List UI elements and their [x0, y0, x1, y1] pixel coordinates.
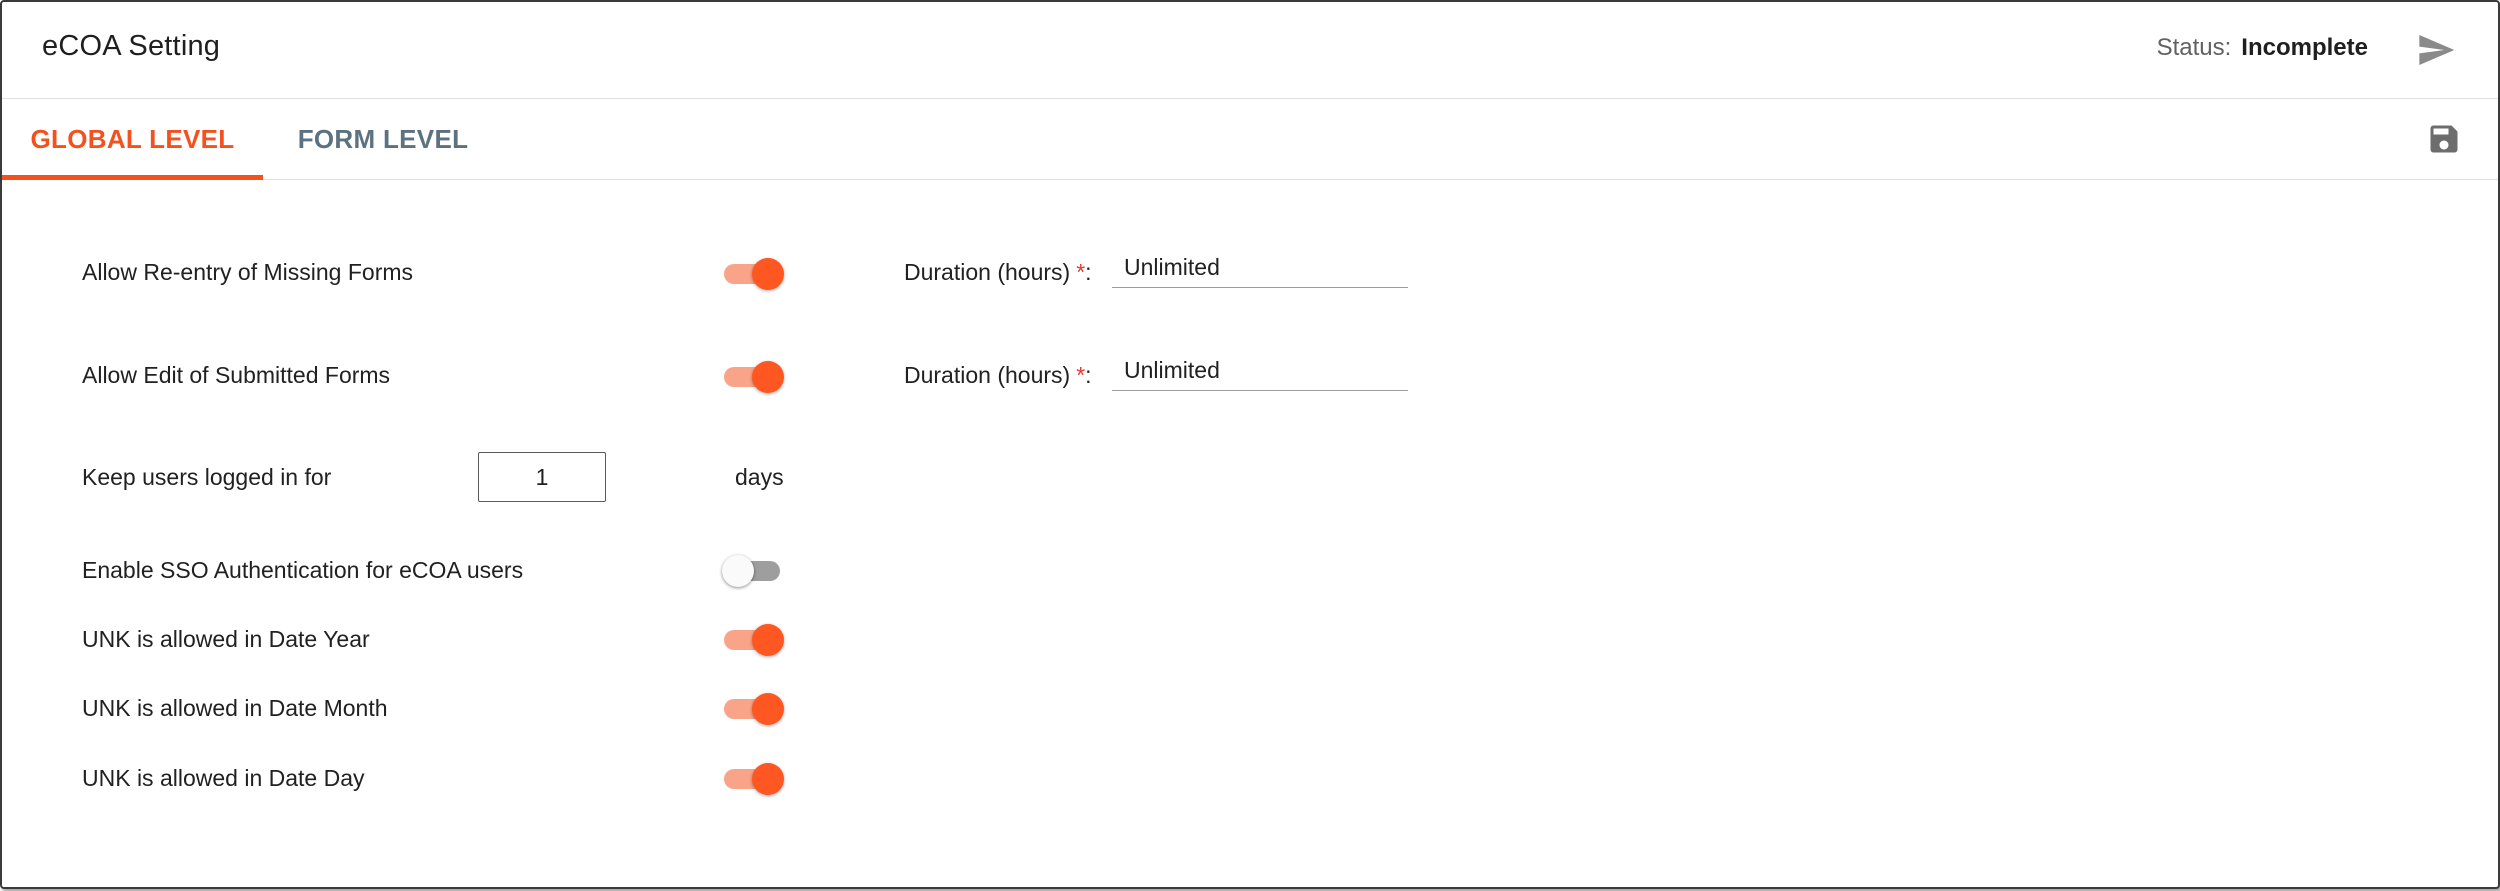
edit-toggle[interactable]	[722, 359, 784, 395]
duration-label-text: Duration (hours)	[904, 259, 1071, 285]
duration-label-text: Duration (hours)	[904, 362, 1071, 388]
unk-day-label: UNK is allowed in Date Day	[82, 765, 365, 791]
toggle-knob	[722, 555, 754, 587]
page-title: eCOA Setting	[42, 30, 221, 62]
send-button[interactable]	[2414, 30, 2458, 70]
required-mark: *	[1076, 259, 1086, 285]
reentry-label: Allow Re-entry of Missing Forms	[82, 259, 414, 285]
tab-global-level[interactable]: GLOBAL LEVEL	[2, 99, 263, 180]
required-mark: *	[1076, 362, 1086, 388]
send-icon	[2419, 35, 2455, 65]
toggle-knob	[752, 693, 784, 725]
edit-label: Allow Edit of Submitted Forms	[82, 362, 391, 388]
save-icon	[2430, 125, 2458, 153]
reentry-duration-input[interactable]	[1112, 248, 1408, 288]
keep-logged-in-label: Keep users logged in for	[82, 464, 332, 490]
tab-label: GLOBAL LEVEL	[30, 124, 235, 154]
reentry-duration-label: Duration (hours) *:	[904, 259, 1092, 286]
unk-day-toggle[interactable]	[722, 761, 784, 797]
panel-header: eCOA Setting Status: Incomplete	[2, 2, 2498, 99]
toggle-knob	[752, 624, 784, 656]
reentry-toggle[interactable]	[722, 256, 784, 292]
edit-duration-input[interactable]	[1112, 351, 1408, 391]
unk-month-label: UNK is allowed in Date Month	[82, 695, 388, 721]
status-label: Status:	[2156, 34, 2232, 61]
status-value: Incomplete	[2241, 34, 2368, 61]
status-indicator: Status: Incomplete	[2157, 34, 2368, 62]
unk-year-toggle[interactable]	[722, 622, 784, 658]
unk-year-label: UNK is allowed in Date Year	[82, 626, 370, 652]
tab-form-level[interactable]: FORM LEVEL	[263, 99, 503, 179]
toggle-knob	[752, 258, 784, 290]
active-tab-indicator	[2, 175, 263, 180]
keep-logged-in-days-input[interactable]	[478, 452, 606, 502]
duration-label-colon: :	[1085, 259, 1092, 285]
toggle-knob	[752, 361, 784, 393]
tab-label: FORM LEVEL	[297, 124, 469, 154]
edit-duration-label: Duration (hours) *:	[904, 362, 1092, 389]
unk-month-toggle[interactable]	[722, 691, 784, 727]
sso-label: Enable SSO Authentication for eCOA users	[82, 557, 524, 583]
settings-panel: eCOA Setting Status: Incomplete GLOBAL LE…	[0, 0, 2500, 889]
save-button[interactable]	[2426, 121, 2462, 157]
duration-label-colon: :	[1085, 362, 1092, 388]
sso-toggle[interactable]	[722, 553, 784, 589]
days-unit-label: days	[735, 464, 784, 490]
toggle-knob	[752, 763, 784, 795]
tab-bar: GLOBAL LEVEL FORM LEVEL	[2, 99, 2498, 180]
